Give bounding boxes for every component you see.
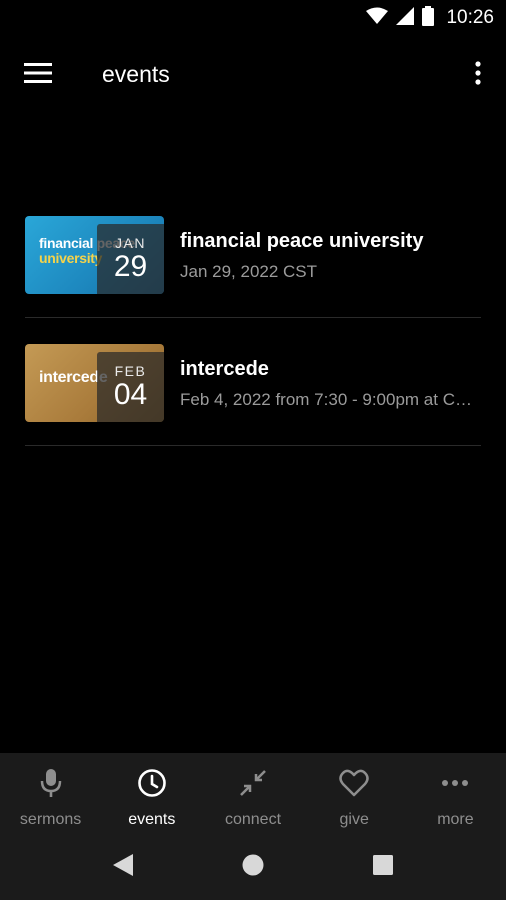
more-vertical-icon bbox=[475, 60, 481, 90]
date-day: 29 bbox=[113, 250, 148, 283]
nav-item-more[interactable]: more bbox=[405, 753, 506, 835]
nav-label: connect bbox=[224, 811, 282, 828]
menu-button[interactable] bbox=[16, 58, 60, 92]
event-title: intercede bbox=[180, 358, 269, 380]
event-date: Feb 4, 2022 from 7:30 - 9:00pm at Coram … bbox=[180, 390, 480, 409]
nav-item-sermons[interactable]: sermons bbox=[0, 753, 101, 835]
nav-item-connect[interactable]: connect bbox=[202, 753, 303, 835]
home-button[interactable] bbox=[238, 853, 268, 883]
event-info: financial peace university Jan 29, 2022 … bbox=[180, 230, 480, 282]
nav-label: events bbox=[128, 811, 176, 828]
recents-button[interactable] bbox=[368, 853, 398, 883]
date-badge: JAN 29 bbox=[97, 224, 164, 294]
status-icons: 10:26 bbox=[366, 5, 494, 31]
wifi-icon bbox=[366, 7, 389, 30]
date-month: JAN bbox=[115, 235, 146, 251]
nav-label: sermons bbox=[19, 811, 82, 828]
back-icon bbox=[113, 854, 133, 881]
nav-item-give[interactable]: give bbox=[304, 753, 405, 835]
event-date: Jan 29, 2022 CST bbox=[180, 262, 318, 281]
recents-icon bbox=[373, 855, 393, 880]
status-time: 10:26 bbox=[446, 7, 494, 28]
battery-icon bbox=[422, 5, 435, 31]
event-thumbnail: intercede FEB 04 bbox=[25, 344, 164, 422]
bottom-nav: sermons events connect give more bbox=[0, 753, 506, 835]
date-day: 04 bbox=[113, 378, 148, 411]
nav-label: more bbox=[437, 811, 474, 828]
event-thumbnail: financial peace university JAN 29 bbox=[25, 216, 164, 294]
date-month: FEB bbox=[114, 363, 147, 379]
event-title: financial peace university bbox=[180, 230, 424, 252]
hamburger-menu-icon bbox=[24, 62, 52, 88]
event-item[interactable]: intercede FEB 04 intercede Feb 4, 2022 f… bbox=[25, 318, 481, 446]
thumbnail-text: university bbox=[39, 250, 103, 266]
signal-icon bbox=[396, 6, 415, 30]
arrows-in-icon bbox=[237, 767, 269, 799]
home-icon bbox=[242, 854, 264, 881]
event-list: financial peace university JAN 29 financ… bbox=[0, 190, 506, 446]
date-badge: FEB 04 bbox=[97, 352, 164, 422]
heart-icon bbox=[338, 767, 370, 799]
app-bar: events bbox=[0, 44, 506, 106]
nav-label: give bbox=[339, 811, 369, 828]
status-bar: 10:26 bbox=[0, 0, 506, 36]
microphone-icon bbox=[35, 767, 67, 799]
back-button[interactable] bbox=[108, 853, 138, 883]
more-horizontal-icon bbox=[439, 767, 471, 799]
event-info: intercede Feb 4, 2022 from 7:30 - 9:00pm… bbox=[180, 358, 480, 410]
clock-icon bbox=[136, 767, 168, 799]
overflow-menu-button[interactable] bbox=[466, 58, 490, 92]
nav-item-events[interactable]: events bbox=[101, 753, 202, 835]
page-title: events bbox=[102, 61, 170, 87]
system-nav-bar bbox=[0, 835, 506, 900]
event-item[interactable]: financial peace university JAN 29 financ… bbox=[25, 190, 481, 318]
